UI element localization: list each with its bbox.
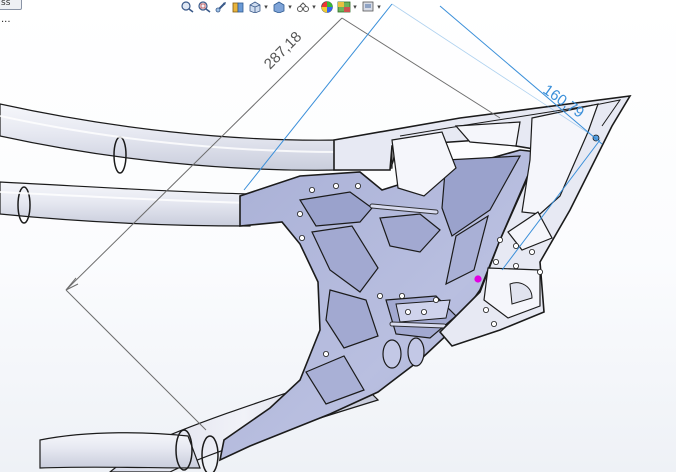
- apply-scene-dropdown-icon[interactable]: ▾: [352, 3, 358, 11]
- zoom-to-area-button[interactable]: [197, 1, 211, 13]
- display-style-dropdown-icon[interactable]: ▾: [287, 3, 293, 11]
- previous-view-icon: [215, 2, 226, 13]
- graphics-viewport[interactable]: 287,18 160,79: [0, 0, 676, 472]
- more-options[interactable]: ...: [1, 14, 11, 25]
- view-orientation-dropdown-icon[interactable]: ▾: [263, 3, 269, 11]
- previous-view-button[interactable]: [214, 1, 228, 13]
- hide-show-items-button[interactable]: [296, 1, 310, 13]
- zoom-to-area-icon: [198, 1, 211, 13]
- apply-scene-icon: [337, 1, 351, 13]
- view-orientation-button[interactable]: [248, 1, 262, 13]
- apply-scene-button[interactable]: [337, 1, 351, 13]
- dimension-diagonal-value[interactable]: 287,18: [261, 28, 305, 72]
- zoom-to-fit-icon: [181, 1, 194, 13]
- display-style-icon: [273, 1, 285, 13]
- hide-show-dropdown-icon[interactable]: ▾: [311, 3, 317, 11]
- heads-up-view-toolbar: ▾ ▾ ▾ ▾ ▾: [180, 0, 382, 14]
- view-orientation-icon: [249, 1, 261, 13]
- edit-appearance-icon: [321, 1, 333, 13]
- feature-tree-tab-label: ss: [1, 0, 11, 8]
- view-settings-button[interactable]: [361, 1, 375, 13]
- feature-tree-tab[interactable]: ss: [0, 0, 22, 10]
- middle-tube[interactable]: [0, 181, 251, 227]
- edit-appearance-button[interactable]: [320, 1, 334, 13]
- display-style-button[interactable]: [272, 1, 286, 13]
- hide-show-items-icon: [297, 2, 309, 12]
- section-view-button[interactable]: [231, 1, 245, 13]
- view-settings-icon: [362, 1, 374, 12]
- zoom-to-fit-button[interactable]: [180, 1, 194, 13]
- section-view-icon: [232, 2, 244, 13]
- origin-marker: [474, 275, 482, 283]
- view-settings-dropdown-icon[interactable]: ▾: [376, 3, 382, 11]
